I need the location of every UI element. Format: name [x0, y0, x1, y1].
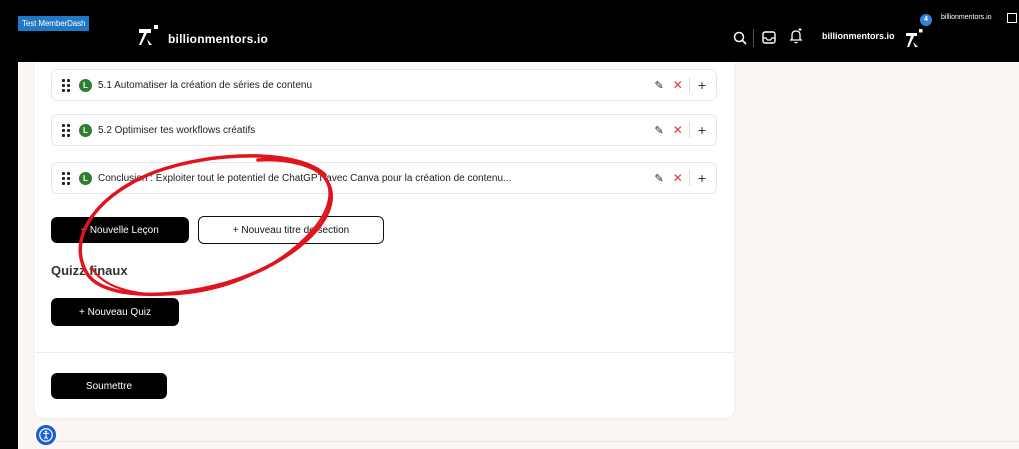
- inbox-icon[interactable]: [762, 31, 776, 44]
- edit-icon[interactable]: ✎: [655, 172, 664, 185]
- delete-icon[interactable]: ✕: [673, 123, 683, 137]
- notification-badge: 4: [920, 14, 932, 26]
- lesson-badge: L: [79, 171, 92, 185]
- lesson-actions: ✎ ✕ +: [655, 163, 706, 193]
- search-icon[interactable]: [733, 31, 747, 45]
- left-edge: [0, 62, 18, 449]
- delete-icon[interactable]: ✕: [673, 171, 683, 185]
- submit-button[interactable]: Soumettre: [51, 373, 167, 399]
- user-avatar-icon[interactable]: [905, 27, 927, 49]
- lesson-title[interactable]: Conclusion : Exploiter tout le potentiel…: [98, 173, 511, 184]
- add-icon[interactable]: +: [698, 170, 706, 186]
- new-quiz-button[interactable]: + Nouveau Quiz: [51, 298, 179, 326]
- bell-icon[interactable]: [788, 27, 804, 44]
- quiz-section-title: Quizz finaux: [51, 263, 128, 278]
- environment-tag[interactable]: Test MemberDash: [18, 16, 90, 31]
- logo-mark-icon: [139, 25, 158, 45]
- lesson-row[interactable]: L 5.1 Automatiser la création de séries …: [51, 69, 717, 101]
- edit-icon[interactable]: ✎: [655, 79, 664, 92]
- lesson-title[interactable]: 5.2 Optimiser tes workflows créatifs: [98, 125, 255, 136]
- account-menu-icon[interactable]: [1007, 13, 1017, 23]
- lesson-actions: ✎ ✕ +: [655, 115, 706, 145]
- accessibility-icon[interactable]: [34, 423, 58, 447]
- lesson-row[interactable]: L Conclusion : Exploiter tout le potenti…: [51, 162, 717, 194]
- logo-text: billionmentors.io: [168, 32, 269, 46]
- add-icon[interactable]: +: [698, 77, 706, 93]
- lesson-actions: ✎ ✕ +: [655, 70, 706, 100]
- drag-handle-icon[interactable]: [62, 124, 72, 137]
- card-divider: [35, 352, 734, 353]
- lesson-title[interactable]: 5.1 Automatiser la création de séries de…: [98, 80, 312, 91]
- top-bar: Test MemberDash billionmentors.io billio…: [0, 0, 1019, 62]
- add-icon[interactable]: +: [698, 122, 706, 138]
- new-section-title-button[interactable]: + Nouveau titre de section: [198, 216, 384, 244]
- topbar-divider: [753, 29, 754, 47]
- edit-icon[interactable]: ✎: [655, 124, 664, 137]
- lesson-row[interactable]: L 5.2 Optimiser tes workflows créatifs ✎…: [51, 114, 717, 146]
- account-label[interactable]: billionmentors.io: [941, 14, 992, 21]
- actions-divider: [688, 77, 690, 93]
- actions-divider: [688, 122, 690, 138]
- footer-divider: [35, 441, 1019, 442]
- new-lesson-button[interactable]: + Nouvelle Leçon: [51, 217, 189, 243]
- lesson-badge: L: [79, 123, 92, 137]
- drag-handle-icon[interactable]: [62, 79, 72, 92]
- lesson-badge: L: [79, 78, 92, 92]
- brand-label[interactable]: billionmentors.io: [822, 31, 895, 41]
- site-logo[interactable]: billionmentors.io: [138, 25, 268, 47]
- delete-icon[interactable]: ✕: [673, 78, 683, 92]
- drag-handle-icon[interactable]: [62, 172, 72, 185]
- actions-divider: [688, 170, 690, 186]
